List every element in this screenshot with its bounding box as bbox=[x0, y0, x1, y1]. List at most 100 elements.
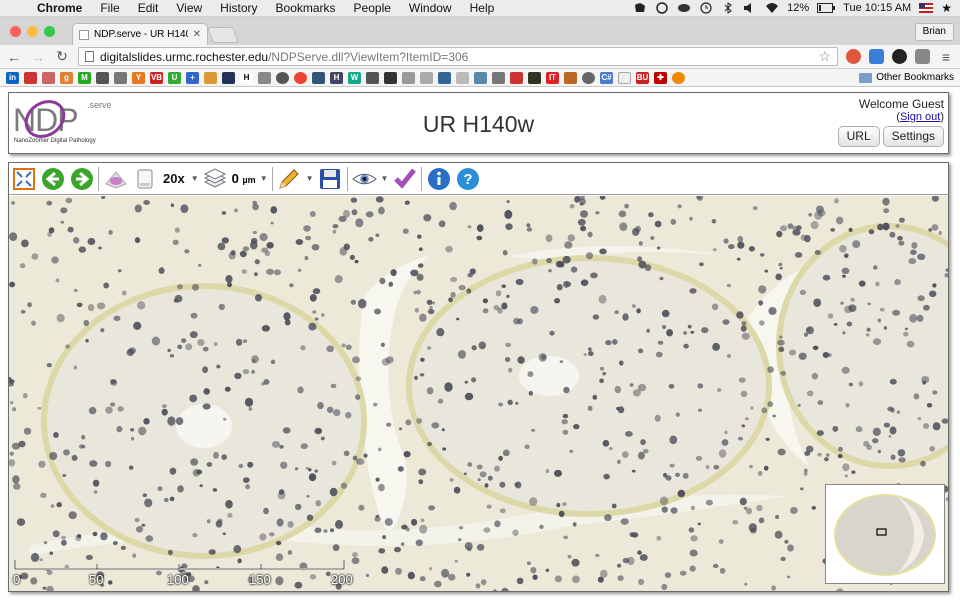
settings-button[interactable]: Settings bbox=[882, 126, 944, 147]
bookmark-bu-icon[interactable]: BU bbox=[636, 71, 649, 84]
bookmark-13-icon[interactable] bbox=[222, 71, 235, 84]
bookmark-csharp-icon[interactable]: C# bbox=[600, 71, 613, 84]
slide-icon[interactable] bbox=[103, 166, 128, 191]
forward-arrow-icon[interactable]: → bbox=[30, 49, 46, 65]
check-icon[interactable] bbox=[392, 166, 417, 191]
menu-file[interactable]: File bbox=[91, 1, 128, 15]
bookmark-23-icon[interactable] bbox=[402, 71, 415, 84]
bookmark-star-icon[interactable]: ☆ bbox=[818, 48, 831, 65]
bookmark-6-icon[interactable] bbox=[96, 71, 109, 84]
address-bar[interactable]: digitalslides.urmc.rochester.edu/NDPServ… bbox=[78, 47, 838, 66]
minimize-window-button[interactable] bbox=[27, 26, 38, 37]
bookmark-15-icon[interactable] bbox=[258, 71, 271, 84]
browser-tab-active[interactable]: NDP.serve - UR H140w ✕ bbox=[72, 23, 208, 45]
bookmark-linkedin-icon[interactable]: in bbox=[6, 71, 19, 84]
signout-link[interactable]: Sign out bbox=[900, 111, 940, 123]
bookmark-7-icon[interactable] bbox=[114, 71, 127, 84]
bluetooth-icon[interactable] bbox=[721, 2, 735, 14]
zoom-window-button[interactable] bbox=[44, 26, 55, 37]
bookmark-25-icon[interactable] bbox=[438, 71, 451, 84]
back-arrow-icon[interactable]: ← bbox=[6, 49, 22, 65]
close-window-button[interactable] bbox=[10, 26, 21, 37]
menu-app-name[interactable]: Chrome bbox=[28, 1, 91, 15]
bookmark-3-icon[interactable] bbox=[42, 71, 55, 84]
bookmark-y-icon[interactable]: Y bbox=[132, 71, 145, 84]
bookmark-vb-icon[interactable]: VB bbox=[150, 71, 163, 84]
bookmark-m-icon[interactable]: M bbox=[78, 71, 91, 84]
info-icon[interactable] bbox=[426, 166, 451, 191]
tissue-image[interactable] bbox=[9, 196, 949, 592]
bookmark-24-icon[interactable] bbox=[420, 71, 433, 84]
notification-star-icon[interactable]: ★ bbox=[941, 1, 952, 15]
mask-icon[interactable] bbox=[677, 2, 691, 14]
opera-extension-icon[interactable] bbox=[846, 49, 861, 64]
y-extension-icon[interactable] bbox=[869, 49, 884, 64]
flag-icon[interactable] bbox=[919, 2, 934, 14]
help-icon[interactable]: ? bbox=[455, 166, 480, 191]
zoom-level[interactable]: 20x bbox=[161, 171, 187, 186]
wifi-icon[interactable] bbox=[765, 2, 779, 14]
bookmark-17-icon[interactable] bbox=[294, 71, 307, 84]
chrome-menu-icon[interactable]: ≡ bbox=[938, 49, 954, 65]
bookmark-29-icon[interactable] bbox=[510, 71, 523, 84]
pocket-extension-icon[interactable] bbox=[915, 49, 930, 64]
timemachine-icon[interactable] bbox=[699, 2, 713, 14]
bookmark-u-icon[interactable]: U bbox=[168, 71, 181, 84]
clock[interactable]: Tue 10:15 AM bbox=[843, 2, 911, 14]
menu-bookmarks[interactable]: Bookmarks bbox=[267, 1, 345, 15]
sync-icon[interactable] bbox=[655, 2, 669, 14]
bookmark-28-icon[interactable] bbox=[492, 71, 505, 84]
bookmark-12-icon[interactable] bbox=[204, 71, 217, 84]
other-bookmarks[interactable]: Other Bookmarks bbox=[859, 72, 954, 83]
bookmark-it-icon[interactable]: IT bbox=[546, 71, 559, 84]
evernote-icon[interactable] bbox=[633, 2, 647, 14]
new-tab-button[interactable] bbox=[207, 27, 239, 43]
menu-window[interactable]: Window bbox=[400, 1, 461, 15]
bookmark-35-icon[interactable] bbox=[618, 71, 631, 84]
eye-dropdown-icon[interactable]: ▼ bbox=[381, 174, 389, 183]
menu-view[interactable]: View bbox=[167, 1, 211, 15]
forward-icon[interactable] bbox=[69, 166, 94, 191]
battery-icon[interactable] bbox=[817, 2, 836, 14]
bookmark-2-icon[interactable] bbox=[24, 71, 37, 84]
bookmark-30-icon[interactable] bbox=[528, 71, 541, 84]
evernote-extension-icon[interactable] bbox=[892, 49, 907, 64]
layers-icon[interactable] bbox=[203, 166, 228, 191]
bookmark-38-icon[interactable] bbox=[672, 71, 685, 84]
save-icon[interactable] bbox=[318, 166, 343, 191]
overview-map[interactable] bbox=[825, 484, 945, 584]
menu-edit[interactable]: Edit bbox=[129, 1, 168, 15]
focus-depth[interactable]: 0 µm bbox=[232, 171, 256, 186]
profile-button[interactable]: Brian bbox=[914, 23, 954, 41]
menu-history[interactable]: History bbox=[211, 1, 266, 15]
eye-icon[interactable] bbox=[351, 166, 377, 191]
volume-icon[interactable] bbox=[743, 2, 757, 14]
bookmark-g-icon[interactable]: g bbox=[60, 71, 73, 84]
bookmark-22-icon[interactable] bbox=[384, 71, 397, 84]
menu-people[interactable]: People bbox=[345, 1, 400, 15]
zoom-dropdown-icon[interactable]: ▼ bbox=[191, 174, 199, 183]
overview-thumbnail[interactable] bbox=[826, 485, 944, 583]
depth-dropdown-icon[interactable]: ▼ bbox=[260, 174, 268, 183]
bookmark-21-icon[interactable] bbox=[366, 71, 379, 84]
pencil-dropdown-icon[interactable]: ▼ bbox=[306, 174, 314, 183]
fit-to-screen-icon[interactable] bbox=[11, 166, 36, 191]
bookmark-cross-icon[interactable]: ✚ bbox=[654, 71, 667, 84]
back-icon[interactable] bbox=[40, 166, 65, 191]
bookmark-18-icon[interactable] bbox=[312, 71, 325, 84]
slide-image[interactable]: 0 50 100 150 200 µm bbox=[9, 196, 949, 592]
bookmark-32-icon[interactable] bbox=[564, 71, 577, 84]
bookmark-33-icon[interactable] bbox=[582, 71, 595, 84]
tab-close-icon[interactable]: ✕ bbox=[193, 29, 201, 40]
bookmark-h-icon[interactable]: H bbox=[330, 71, 343, 84]
bookmark-hx-icon[interactable]: H bbox=[240, 71, 253, 84]
bookmark-w-icon[interactable]: W bbox=[348, 71, 361, 84]
page-info-icon[interactable] bbox=[85, 51, 94, 62]
reload-icon[interactable]: ↻ bbox=[54, 48, 70, 65]
bookmark-plus-icon[interactable]: + bbox=[186, 71, 199, 84]
pencil-icon[interactable] bbox=[277, 166, 302, 191]
slide-label-icon[interactable] bbox=[132, 166, 157, 191]
bookmark-26-icon[interactable] bbox=[456, 71, 469, 84]
bookmark-27-icon[interactable] bbox=[474, 71, 487, 84]
bookmark-16-icon[interactable] bbox=[276, 71, 289, 84]
